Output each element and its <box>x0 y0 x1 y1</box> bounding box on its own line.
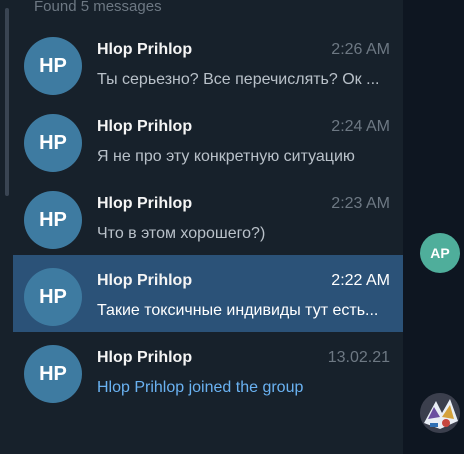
avatar: HP <box>24 114 82 172</box>
sender-name: Hlop Prihlop <box>97 272 193 289</box>
scrollbar[interactable] <box>5 8 9 196</box>
sender-name: Hlop Prihlop <box>97 195 193 212</box>
message-snippet: Такие токсичные индивиды тут есть... <box>97 302 379 319</box>
search-result-row[interactable]: HP Hlop Prihlop 2:26 AM Ты серьезно? Все… <box>13 24 403 101</box>
message-time: 2:24 AM <box>331 118 390 135</box>
avatar: HP <box>24 191 82 249</box>
service-message-snippet: Hlop Prihlop joined the group <box>97 379 304 396</box>
sender-name: Hlop Prihlop <box>97 118 193 135</box>
message-time: 13.02.21 <box>327 349 390 366</box>
search-result-row[interactable]: HP Hlop Prihlop 2:24 AM Я не про эту кон… <box>13 101 403 178</box>
message-snippet: Ты серьезно? Все перечислять? Ок ... <box>97 71 380 88</box>
message-snippet: Что в этом хорошего?) <box>97 225 266 242</box>
avatar: HP <box>24 345 82 403</box>
chat-user-avatar[interactable]: AP <box>420 233 460 273</box>
chat-user-photo-avatar[interactable] <box>420 393 460 433</box>
search-result-row[interactable]: HP Hlop Prihlop 2:23 AM Что в этом хорош… <box>13 178 403 255</box>
search-result-row-selected[interactable]: HP Hlop Prihlop 2:22 AM Такие токсичные … <box>13 255 403 332</box>
message-time: 2:26 AM <box>331 41 390 58</box>
message-time: 2:22 AM <box>331 272 390 289</box>
avatar: HP <box>24 268 82 326</box>
results-list: HP Hlop Prihlop 2:26 AM Ты серьезно? Все… <box>13 24 403 409</box>
found-messages-label: Found 5 messages <box>34 0 162 15</box>
search-result-row[interactable]: HP Hlop Prihlop 13.02.21 Hlop Prihlop jo… <box>13 332 403 409</box>
avatar: HP <box>24 37 82 95</box>
message-snippet: Я не про эту конкретную ситуацию <box>97 148 355 165</box>
sender-name: Hlop Prihlop <box>97 41 193 58</box>
sender-name: Hlop Prihlop <box>97 349 193 366</box>
message-time: 2:23 AM <box>331 195 390 212</box>
avatar-photo-image <box>420 393 460 433</box>
search-results-panel: Found 5 messages HP Hlop Prihlop 2:26 AM… <box>0 0 403 454</box>
